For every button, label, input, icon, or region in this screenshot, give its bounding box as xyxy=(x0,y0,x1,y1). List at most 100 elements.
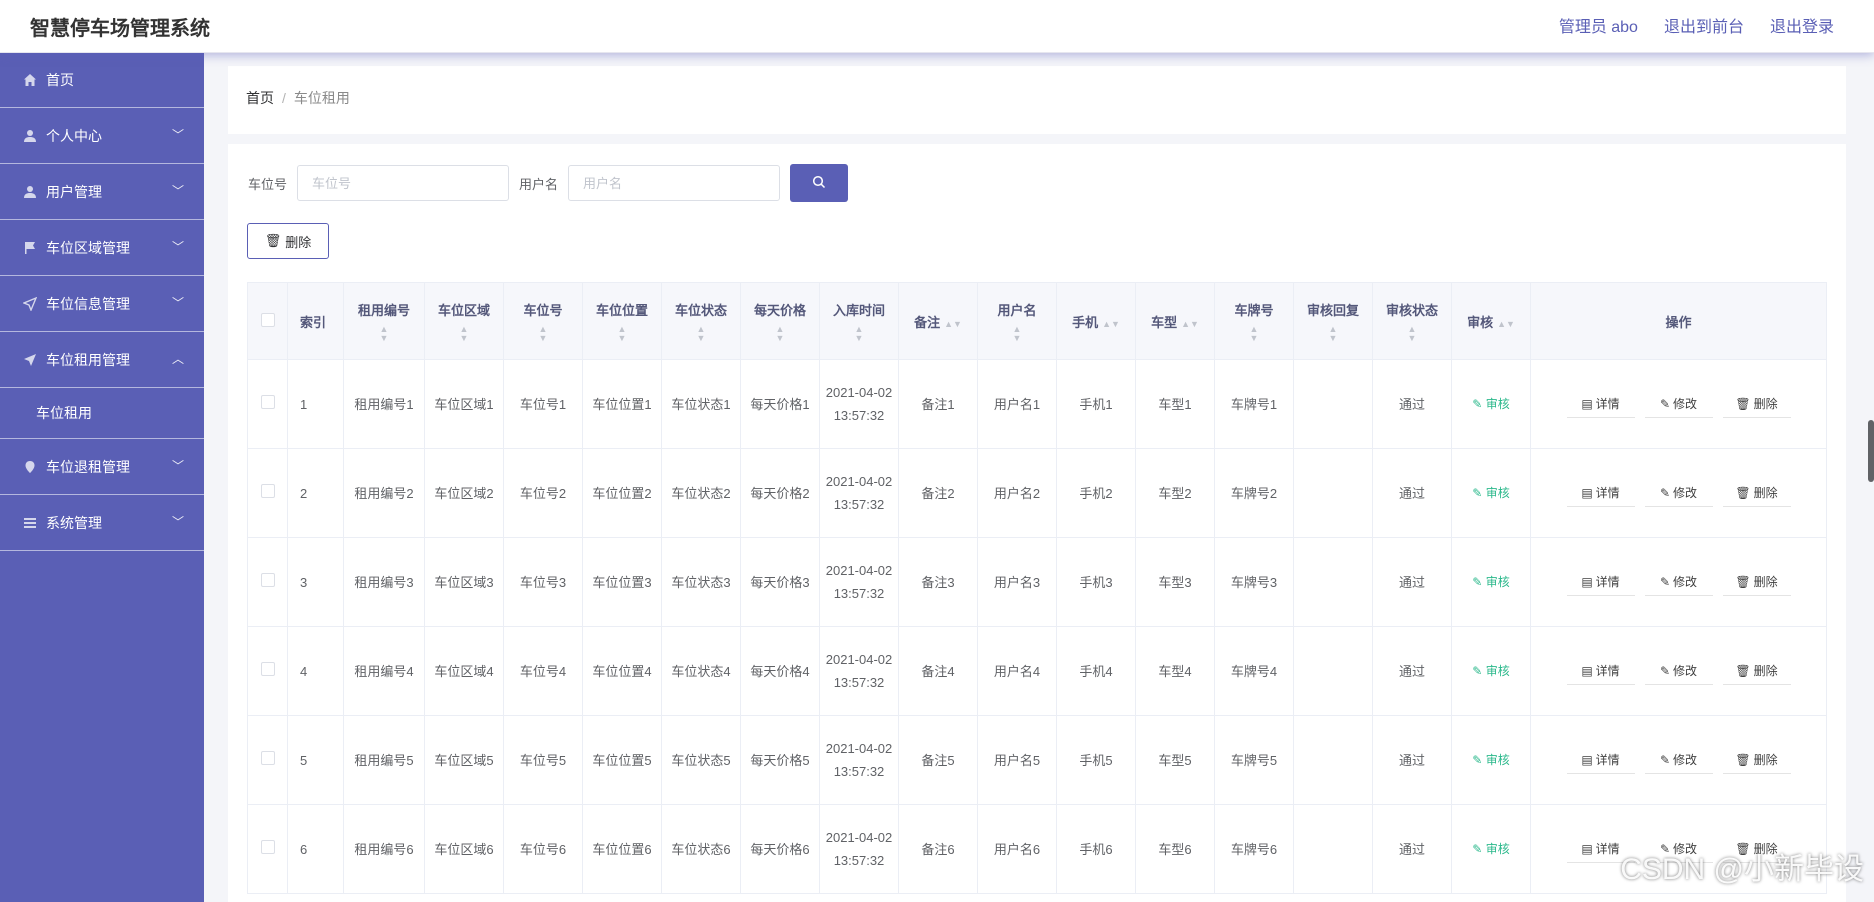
col-header-audit[interactable]: 审核 ▲▼ xyxy=(1451,282,1531,360)
breadcrumb-home[interactable]: 首页 xyxy=(246,90,274,106)
logout-link[interactable]: 退出登录 xyxy=(1770,13,1834,37)
cell-space: 车位号1 xyxy=(503,359,583,449)
sidebar-item-label: 用户管理 xyxy=(46,183,102,200)
detail-button[interactable]: ▤ 详情 xyxy=(1566,568,1635,596)
cell-time: 2021-04-02 13:57:32 xyxy=(819,537,899,627)
sort-icon[interactable]: ▲▼ xyxy=(1102,319,1120,329)
sidebar-item-space-return[interactable]: 车位退租管理 ﹀ xyxy=(0,439,204,495)
delete-button[interactable]: 🗑 删除 xyxy=(1722,746,1791,774)
col-header-area[interactable]: 车位区域 ▲ ▼ xyxy=(424,282,504,360)
col-header-space[interactable]: 车位号 ▲ ▼ xyxy=(503,282,583,360)
col-header-phone[interactable]: 手机 ▲▼ xyxy=(1056,282,1136,360)
cell-area: 车位区域4 xyxy=(424,626,504,716)
col-header-position[interactable]: 车位位置 ▲ ▼ xyxy=(582,282,662,360)
cell-rent-no: 租用编号6 xyxy=(343,804,425,894)
edit-button[interactable]: ✎ 修改 xyxy=(1644,390,1713,418)
delete-button[interactable]: 🗑 删除 xyxy=(1722,390,1791,418)
cell-phone: 手机2 xyxy=(1056,448,1136,538)
cell-phone: 手机1 xyxy=(1056,359,1136,449)
col-header-reply[interactable]: 审核回复 ▲ ▼ xyxy=(1293,282,1373,360)
sort-icon[interactable]: ▲▼ xyxy=(1219,324,1289,343)
cell-position: 车位位置1 xyxy=(582,359,662,449)
sort-icon[interactable]: ▲▼ xyxy=(348,324,420,343)
col-header-price[interactable]: 每天价格 ▲ ▼ xyxy=(740,282,820,360)
sort-icon[interactable]: ▲▼ xyxy=(745,324,815,343)
audit-link[interactable]: ✎ 审核 xyxy=(1472,664,1509,678)
cell-status: 车位状态6 xyxy=(661,804,741,894)
col-header-rent-no[interactable]: 租用编号 ▲ ▼ xyxy=(343,282,425,360)
sort-icon[interactable]: ▲▼ xyxy=(508,324,578,343)
col-header-status[interactable]: 车位状态 ▲ ▼ xyxy=(661,282,741,360)
row-checkbox[interactable] xyxy=(260,572,275,587)
sidebar-item-personal-center[interactable]: 个人中心 ﹀ xyxy=(0,108,204,164)
back-to-front-link[interactable]: 退出到前台 xyxy=(1664,13,1744,37)
sidebar-item-space-area[interactable]: 车位区域管理 ﹀ xyxy=(0,220,204,276)
sort-icon[interactable]: ▲▼ xyxy=(1181,319,1199,329)
cell-remark: 备注4 xyxy=(898,626,978,716)
col-header-time[interactable]: 入库时间 ▲ ▼ xyxy=(819,282,899,360)
col-header-audit-status[interactable]: 审核状态 ▲ ▼ xyxy=(1372,282,1452,360)
cell-reply xyxy=(1293,715,1373,805)
row-checkbox[interactable] xyxy=(260,839,275,854)
sort-icon[interactable]: ▲▼ xyxy=(587,324,657,343)
edit-icon: ✎ xyxy=(1659,574,1671,589)
edit-button[interactable]: ✎ 修改 xyxy=(1644,568,1713,596)
cell-actions: ▤ 详情 ✎ 修改 🗑 删除 xyxy=(1530,359,1827,449)
cell-reply xyxy=(1293,448,1373,538)
username-input[interactable] xyxy=(568,165,781,201)
sidebar-item-space-info[interactable]: 车位信息管理 ﹀ xyxy=(0,276,204,332)
cell-area: 车位区域3 xyxy=(424,537,504,627)
sidebar-item-home[interactable]: 首页 xyxy=(0,52,204,108)
sidebar-item-user-management[interactable]: 用户管理 ﹀ xyxy=(0,164,204,220)
row-checkbox[interactable] xyxy=(260,483,275,498)
sort-icon[interactable]: ▲▼ xyxy=(1377,324,1447,343)
cell-position: 车位位置4 xyxy=(582,626,662,716)
select-all-cell xyxy=(247,282,288,360)
col-header-remark[interactable]: 备注 ▲▼ xyxy=(898,282,978,360)
col-header-user[interactable]: 用户名 ▲ ▼ xyxy=(977,282,1057,360)
admin-user-link[interactable]: 管理员 abo xyxy=(1559,13,1638,37)
cell-user: 用户名2 xyxy=(977,448,1057,538)
cell-actions: ▤ 详情 ✎ 修改 🗑 删除 xyxy=(1530,448,1827,538)
page-scrollbar[interactable] xyxy=(1868,420,1874,482)
sort-icon[interactable]: ▲▼ xyxy=(1298,324,1368,343)
batch-delete-label: 删除 xyxy=(285,234,312,250)
row-checkbox[interactable] xyxy=(260,394,275,409)
sidebar-item-space-rent[interactable]: 车位租用管理 ︿ xyxy=(0,332,204,388)
sort-icon[interactable]: ▲▼ xyxy=(982,324,1052,343)
sort-icon[interactable]: ▲▼ xyxy=(824,324,894,343)
batch-delete-button[interactable]: 🗑 删除 xyxy=(247,223,329,259)
delete-button[interactable]: 🗑 删除 xyxy=(1722,479,1791,507)
edit-button[interactable]: ✎ 修改 xyxy=(1644,479,1713,507)
audit-link[interactable]: ✎ 审核 xyxy=(1472,397,1509,411)
delete-button[interactable]: 🗑 删除 xyxy=(1722,657,1791,685)
audit-link[interactable]: ✎ 审核 xyxy=(1472,575,1509,589)
sort-icon[interactable]: ▲▼ xyxy=(666,324,736,343)
detail-button[interactable]: ▤ 详情 xyxy=(1566,657,1635,685)
audit-link[interactable]: ✎ 审核 xyxy=(1472,842,1509,856)
select-all-checkbox[interactable] xyxy=(260,312,275,327)
search-button[interactable] xyxy=(790,164,849,202)
audit-link[interactable]: ✎ 审核 xyxy=(1472,753,1509,767)
col-header-plate[interactable]: 车牌号 ▲ ▼ xyxy=(1214,282,1294,360)
row-checkbox[interactable] xyxy=(260,661,275,676)
row-checkbox[interactable] xyxy=(260,750,275,765)
audit-link[interactable]: ✎ 审核 xyxy=(1472,486,1509,500)
space-no-input[interactable] xyxy=(297,165,510,201)
col-header-car-type[interactable]: 车型 ▲▼ xyxy=(1135,282,1215,360)
edit-button[interactable]: ✎ 修改 xyxy=(1644,746,1713,774)
sort-icon[interactable]: ▲▼ xyxy=(429,324,499,343)
sidebar-subitem-space-rent[interactable]: 车位租用 xyxy=(0,388,204,439)
cell-audit: ✎ 审核 xyxy=(1451,715,1531,805)
detail-button[interactable]: ▤ 详情 xyxy=(1566,390,1635,418)
sort-icon[interactable]: ▲▼ xyxy=(1497,319,1515,329)
detail-button[interactable]: ▤ 详情 xyxy=(1566,746,1635,774)
detail-button[interactable]: ▤ 详情 xyxy=(1566,479,1635,507)
table-row: 4 租用编号4 车位区域4 车位号4 车位位置4 车位状态4 每天价格4 2021-04-02… xyxy=(247,626,1827,716)
cell-actions: ▤ 详情 ✎ 修改 🗑 删除 xyxy=(1530,537,1827,627)
delete-button[interactable]: 🗑 删除 xyxy=(1722,568,1791,596)
sort-icon[interactable]: ▲▼ xyxy=(944,319,962,329)
cell-status: 车位状态2 xyxy=(661,448,741,538)
sidebar-item-system[interactable]: 系统管理 ﹀ xyxy=(0,495,204,551)
edit-button[interactable]: ✎ 修改 xyxy=(1644,657,1713,685)
